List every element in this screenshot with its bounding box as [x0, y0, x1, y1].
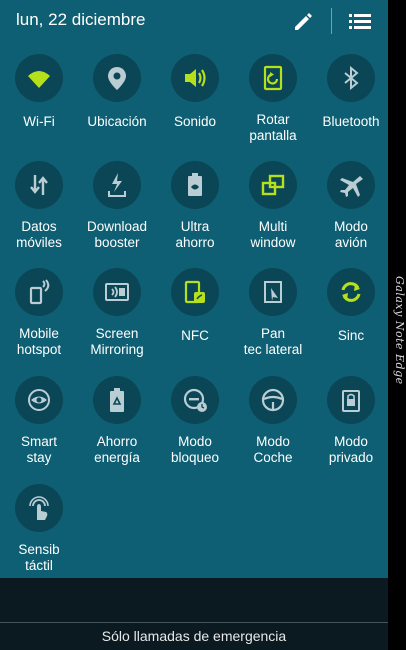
tile-label: Sonido	[173, 114, 217, 129]
tile-multi-window[interactable]: Multi window	[235, 161, 311, 261]
tile-touch-sensitivity[interactable]: Sensib táctil	[1, 484, 77, 584]
bluetooth-icon	[327, 54, 375, 102]
tile-location-pin[interactable]: Ubicación	[79, 54, 155, 154]
tile-label: Multi window	[250, 219, 296, 250]
side-keypad-icon	[249, 268, 297, 316]
tile-label: Smart stay	[20, 434, 57, 465]
list-view-icon[interactable]	[346, 8, 374, 34]
speaker-icon	[171, 54, 219, 102]
bottom-divider	[0, 622, 388, 623]
panel-header: lun, 22 diciembre	[0, 0, 388, 44]
private-mode-icon	[327, 376, 375, 424]
tile-blocking-mode[interactable]: Modo bloqueo	[157, 376, 233, 476]
power-saving-icon	[93, 376, 141, 424]
tile-car-mode[interactable]: Modo Coche	[235, 376, 311, 476]
multi-window-icon	[249, 161, 297, 209]
tile-label: Screen Mirroring	[90, 326, 144, 357]
tile-label: Sensib táctil	[18, 542, 60, 573]
rotate-screen-icon	[249, 54, 297, 102]
tile-wifi[interactable]: Wi-Fi	[1, 54, 77, 154]
header-divider	[331, 8, 332, 34]
emergency-calls-label: Sólo llamadas de emergencia	[101, 628, 287, 644]
tile-side-keypad[interactable]: Pan tec lateral	[235, 268, 311, 368]
tile-label: Download booster	[86, 219, 148, 250]
tile-rotate-screen[interactable]: Rotar pantalla	[235, 54, 311, 154]
nfc-icon	[171, 268, 219, 316]
location-pin-icon	[93, 54, 141, 102]
tile-label: Bluetooth	[322, 114, 380, 129]
tile-sync[interactable]: Sinc	[313, 268, 389, 368]
tile-label: Mobile hotspot	[16, 326, 62, 357]
tile-label: Datos móviles	[16, 219, 62, 250]
edit-pencil-icon[interactable]	[290, 8, 316, 34]
tile-label: NFC	[181, 328, 209, 343]
tile-label: Ahorro energía	[94, 434, 140, 465]
tile-label: Ultra ahorro	[175, 219, 215, 250]
tile-smart-stay[interactable]: Smart stay	[1, 376, 77, 476]
screen-mirroring-icon	[93, 268, 141, 316]
tile-speaker[interactable]: Sonido	[157, 54, 233, 154]
mobile-data-icon	[15, 161, 63, 209]
tile-label: Modo privado	[328, 434, 374, 465]
tile-screen-mirroring[interactable]: Screen Mirroring	[79, 268, 155, 368]
tile-label: Modo avión	[334, 219, 368, 250]
tile-label: Rotar pantalla	[249, 112, 297, 143]
tile-label: Ubicación	[87, 114, 147, 129]
wifi-icon	[15, 54, 63, 102]
tile-hotspot[interactable]: Mobile hotspot	[1, 268, 77, 368]
sync-icon	[327, 268, 375, 316]
tile-airplane[interactable]: Modo avión	[313, 161, 389, 261]
tile-label: Sinc	[337, 328, 365, 343]
tile-ultra-power-saving[interactable]: Ultra ahorro	[157, 161, 233, 261]
blocking-mode-icon	[171, 376, 219, 424]
edge-screen-label: Galaxy Note Edge	[393, 275, 406, 385]
car-mode-icon	[249, 376, 297, 424]
tile-label: Modo Coche	[253, 434, 293, 465]
tile-label: Modo bloqueo	[170, 434, 220, 465]
ultra-power-saving-icon	[171, 161, 219, 209]
touch-sensitivity-icon	[15, 484, 63, 532]
tile-power-saving[interactable]: Ahorro energía	[79, 376, 155, 476]
smart-stay-icon	[15, 376, 63, 424]
hotspot-icon	[15, 268, 63, 316]
tile-nfc[interactable]: NFC	[157, 268, 233, 368]
tile-download-booster[interactable]: Download booster	[79, 161, 155, 261]
tile-bluetooth[interactable]: Bluetooth	[313, 54, 389, 154]
tile-private-mode[interactable]: Modo privado	[313, 376, 389, 476]
tile-label: Wi-Fi	[23, 114, 55, 129]
date-label: lun, 22 diciembre	[16, 10, 146, 29]
airplane-icon	[327, 161, 375, 209]
tile-label: Pan tec lateral	[243, 326, 303, 357]
tile-mobile-data[interactable]: Datos móviles	[1, 161, 77, 261]
download-booster-icon	[93, 161, 141, 209]
